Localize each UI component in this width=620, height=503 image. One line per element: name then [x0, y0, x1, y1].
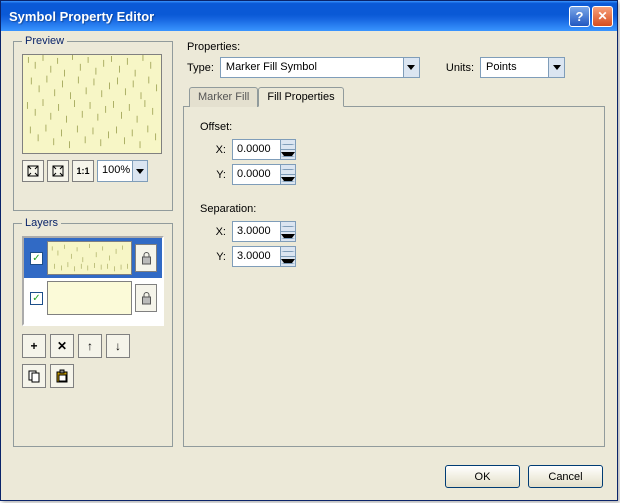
layer-visible-checkbox[interactable]: ✓: [30, 292, 43, 305]
layers-group: Layers ✓: [13, 223, 173, 447]
units-value: Points: [481, 58, 548, 77]
delete-layer-button[interactable]: ✕: [50, 334, 74, 358]
dialog-footer: OK Cancel: [1, 457, 617, 500]
units-select[interactable]: Points: [480, 57, 565, 78]
chevron-down-icon: [403, 58, 419, 77]
client-area: Preview: [1, 31, 617, 457]
ok-button[interactable]: OK: [445, 465, 520, 488]
titlebar: Symbol Property Editor ? ✕: [1, 1, 617, 31]
zoom-actual-button[interactable]: 1:1: [72, 160, 94, 182]
zoom-extent-button[interactable]: [47, 160, 69, 182]
offset-x-label: X:: [210, 144, 226, 156]
layers-list[interactable]: ✓: [22, 236, 164, 326]
layer-thumbnail: [47, 281, 132, 315]
grass-pattern-icon: [23, 55, 161, 153]
type-value: Marker Fill Symbol: [221, 58, 403, 77]
spinner-up-icon[interactable]: [281, 140, 295, 150]
add-layer-button[interactable]: +: [22, 334, 46, 358]
layer-thumbnail: [47, 241, 132, 275]
spinner-up-icon[interactable]: [281, 247, 295, 257]
copy-layer-button[interactable]: [22, 364, 46, 388]
separation-x-value: 3.0000: [232, 221, 280, 242]
close-button[interactable]: ✕: [592, 6, 613, 27]
separation-y-label: Y:: [210, 251, 226, 263]
separation-y-input[interactable]: 3.0000: [232, 246, 296, 267]
paste-icon: [55, 369, 69, 383]
spinner-down-icon[interactable]: [281, 175, 295, 184]
help-button[interactable]: ?: [569, 6, 590, 27]
preview-legend: Preview: [22, 35, 67, 47]
zoom-select[interactable]: 100%: [97, 160, 148, 182]
spinner-down-icon[interactable]: [281, 257, 295, 266]
chevron-down-icon: [548, 58, 564, 77]
lock-icon: [141, 252, 152, 265]
cancel-button[interactable]: Cancel: [528, 465, 603, 488]
spinner-down-icon[interactable]: [281, 232, 295, 241]
zoom-value: 100%: [98, 161, 132, 181]
offset-x-input[interactable]: 0.0000: [232, 139, 296, 160]
units-label: Units:: [446, 62, 474, 74]
layer-visible-checkbox[interactable]: ✓: [30, 252, 43, 265]
preview-canvas: [22, 54, 162, 154]
spinner-up-icon[interactable]: [281, 165, 295, 175]
layer-row[interactable]: ✓: [24, 278, 162, 318]
offset-x-value: 0.0000: [232, 139, 280, 160]
separation-x-input[interactable]: 3.0000: [232, 221, 296, 242]
type-label: Type:: [187, 62, 214, 74]
copy-icon: [27, 369, 41, 383]
separation-x-label: X:: [210, 226, 226, 238]
paste-layer-button[interactable]: [50, 364, 74, 388]
chevron-down-icon: [132, 161, 147, 181]
layers-legend: Layers: [22, 217, 61, 229]
move-down-button[interactable]: ↓: [106, 334, 130, 358]
zoom-extent-icon: [52, 165, 64, 177]
tab-marker-fill[interactable]: Marker Fill: [189, 87, 258, 107]
offset-y-input[interactable]: 0.0000: [232, 164, 296, 185]
window: Symbol Property Editor ? ✕ Preview: [0, 0, 618, 501]
lock-icon: [141, 292, 152, 305]
offset-label: Offset:: [200, 121, 588, 133]
zoom-full-icon: [27, 165, 39, 177]
grass-pattern-icon: [48, 242, 131, 274]
properties-label: Properties:: [183, 41, 605, 53]
offset-y-value: 0.0000: [232, 164, 280, 185]
spinner-up-icon[interactable]: [281, 222, 295, 232]
tabstrip: Marker Fill Fill Properties: [183, 86, 605, 106]
separation-y-value: 3.0000: [232, 246, 280, 267]
tab-fill-properties[interactable]: Fill Properties: [258, 87, 343, 107]
window-title: Symbol Property Editor: [9, 9, 569, 24]
layer-lock-button[interactable]: [135, 284, 157, 312]
spinner-down-icon[interactable]: [281, 150, 295, 159]
layer-lock-button[interactable]: [135, 244, 157, 272]
separation-label: Separation:: [200, 203, 588, 215]
move-up-button[interactable]: ↑: [78, 334, 102, 358]
layer-row[interactable]: ✓: [24, 238, 162, 278]
zoom-full-button[interactable]: [22, 160, 44, 182]
offset-y-label: Y:: [210, 169, 226, 181]
preview-group: Preview: [13, 41, 173, 211]
fill-properties-panel: Offset: X: 0.0000 Y: 0.0000 Separation:: [183, 106, 605, 447]
type-select[interactable]: Marker Fill Symbol: [220, 57, 420, 78]
